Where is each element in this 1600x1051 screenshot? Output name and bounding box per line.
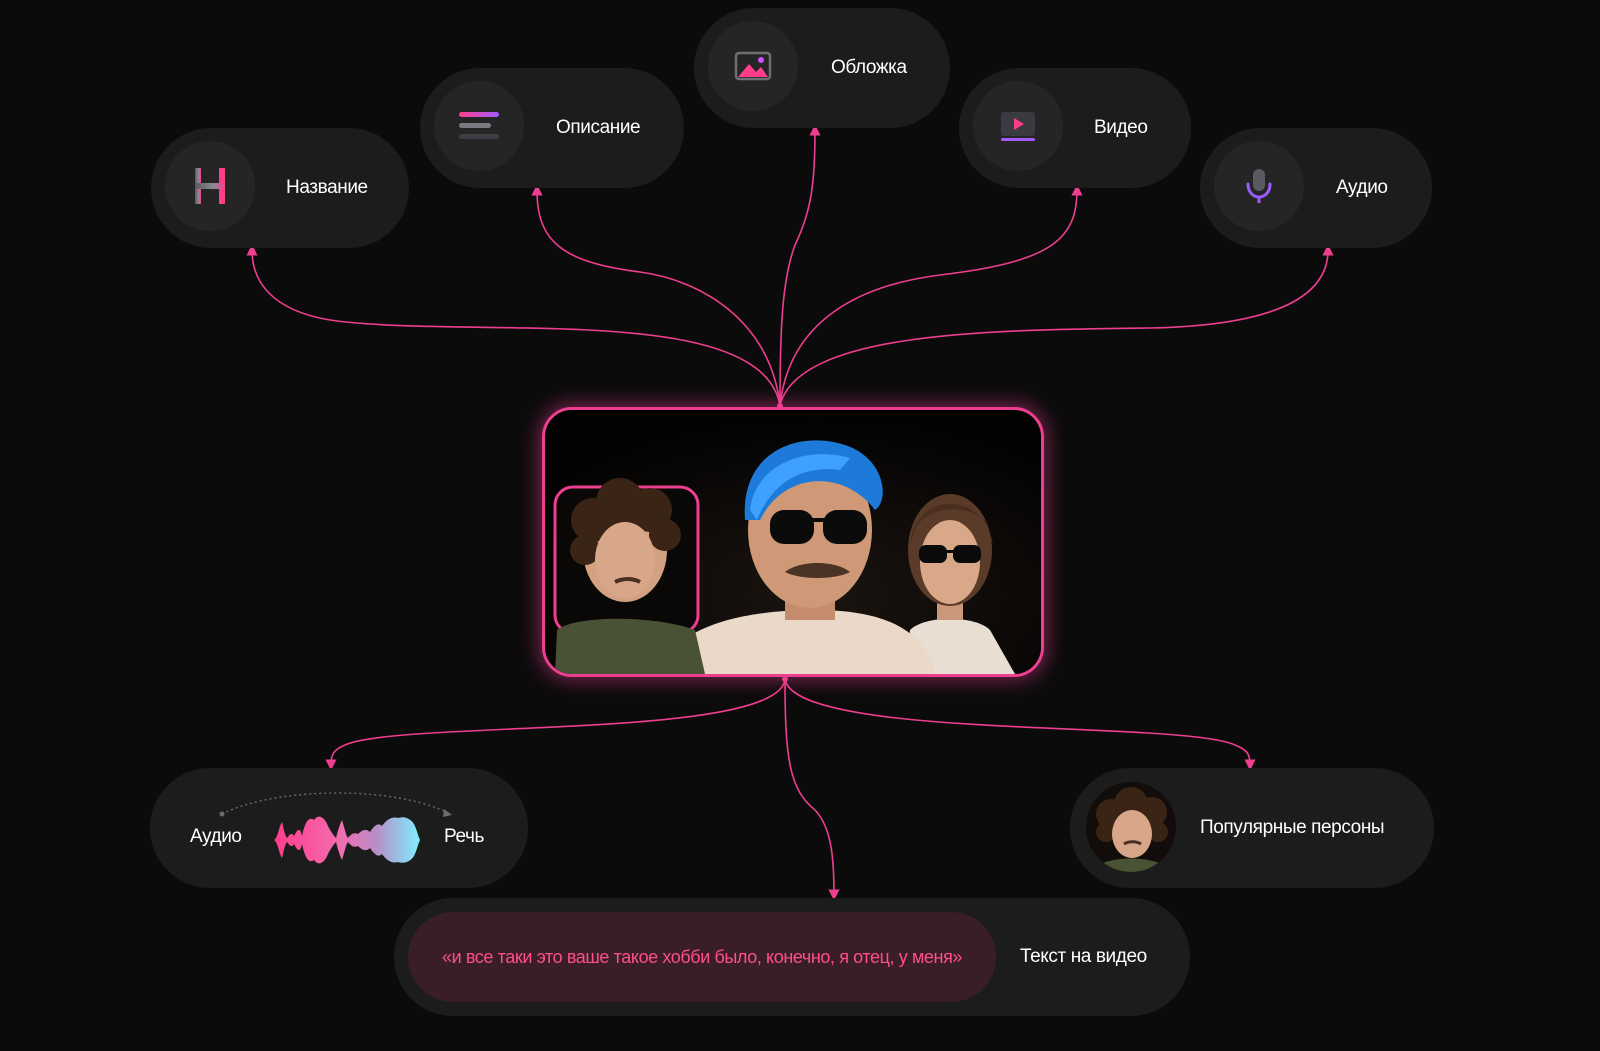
source-video-frame[interactable] xyxy=(542,407,1044,677)
icon-holder xyxy=(1214,141,1304,231)
connector-video-text xyxy=(784,679,840,901)
icon-holder xyxy=(165,141,255,231)
person-left xyxy=(553,478,705,674)
icon-holder xyxy=(434,81,524,171)
output-title-label: Название xyxy=(286,177,368,198)
text-lines-icon xyxy=(459,112,499,139)
output-personas[interactable]: Популярные персоны xyxy=(1070,768,1434,888)
icon-holder xyxy=(973,81,1063,171)
microphone-icon xyxy=(1246,169,1272,203)
connector-audio xyxy=(779,244,1334,406)
connector-video xyxy=(779,184,1083,406)
output-description-label: Описание xyxy=(556,117,641,138)
video-play-icon xyxy=(1001,112,1035,141)
heading-icon xyxy=(195,168,225,204)
transcript-quote-box: «и все таки это ваше такое хобби было, к… xyxy=(408,912,996,1002)
output-speech[interactable]: Аудио Речь xyxy=(150,768,528,888)
connector-speech xyxy=(325,679,786,771)
connector-description xyxy=(531,184,781,406)
output-video-text-label: Текст на видео xyxy=(1020,946,1147,967)
output-cover[interactable]: Обложка xyxy=(694,8,950,128)
output-video-label: Видео xyxy=(1094,117,1148,138)
speech-from-label: Аудио xyxy=(190,826,242,847)
person-avatar xyxy=(1086,782,1176,872)
output-personas-label: Популярные персоны xyxy=(1200,817,1385,838)
speech-to-label: Речь xyxy=(444,826,484,847)
icon-holder xyxy=(708,21,798,111)
output-video[interactable]: Видео xyxy=(959,68,1191,188)
output-cover-label: Обложка xyxy=(831,57,907,78)
video-scene xyxy=(545,410,1041,674)
connector-personas xyxy=(784,679,1256,771)
image-icon xyxy=(734,51,772,81)
output-description[interactable]: Описание xyxy=(420,68,684,188)
waveform-icon xyxy=(274,816,420,864)
connector-title xyxy=(246,244,781,406)
transcript-quote: «и все таки это ваше такое хобби было, к… xyxy=(441,946,963,967)
output-audio-label: Аудио xyxy=(1336,177,1388,198)
connector-cover xyxy=(779,124,821,406)
output-video-text[interactable]: «и все таки это ваше такое хобби было, к… xyxy=(394,898,1190,1016)
output-audio[interactable]: Аудио xyxy=(1200,128,1432,248)
output-title[interactable]: Название xyxy=(151,128,409,248)
